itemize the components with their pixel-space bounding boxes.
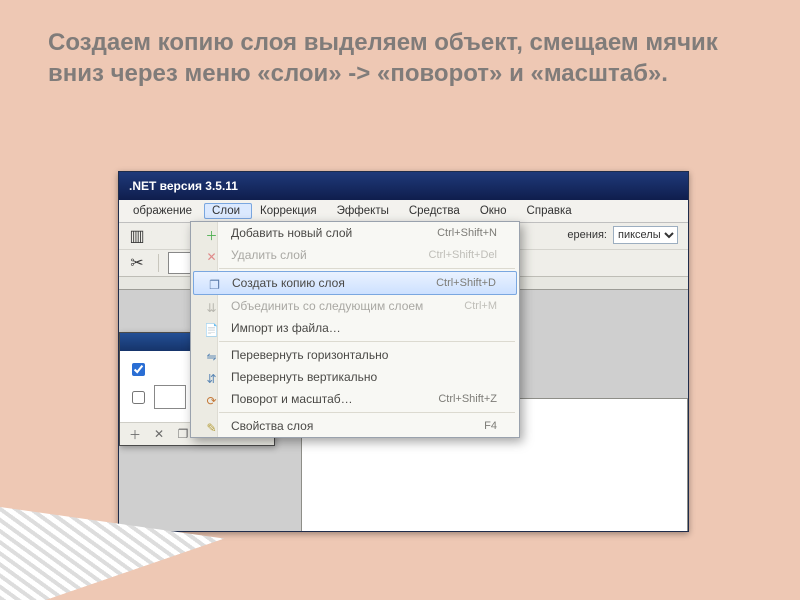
menu-effects[interactable]: Эффекты [329, 203, 401, 219]
units-select[interactable]: пикселы [613, 226, 678, 244]
menu-item-label: Перевернуть вертикально [223, 368, 509, 386]
menu-separator [219, 268, 515, 269]
layer-visibility-checkbox[interactable] [132, 363, 145, 376]
merge-down-icon: ⇊ [195, 298, 232, 318]
layers-dropdown: ＋ Добавить новый слой Ctrl+Shift+N ✕ Уда… [190, 221, 520, 438]
properties-icon: ✎ [195, 418, 232, 438]
menu-item-label: Объединить со следующим слоем [223, 297, 456, 315]
menu-item-label: Перевернуть горизонтально [223, 346, 509, 364]
delete-layer-icon: ✕ [195, 247, 232, 267]
menu-item-shortcut [489, 326, 509, 330]
menu-item-shortcut: F4 [476, 418, 509, 434]
menu-item-label: Удалить слой [223, 246, 421, 264]
menu-layers[interactable]: Слои [204, 203, 252, 219]
menu-item-shortcut: Ctrl+Shift+D [428, 275, 508, 291]
menu-item-shortcut: Ctrl+Shift+Del [421, 247, 509, 263]
flip-h-icon: ⇋ [195, 347, 232, 367]
menu-item-duplicate-layer[interactable]: ❐ Создать копию слоя Ctrl+Shift+D [193, 271, 517, 295]
slide-root: Создаем копию слоя выделяем объект, смещ… [0, 0, 800, 600]
menu-item-layer-properties[interactable]: ✎ Свойства слоя F4 [191, 415, 519, 437]
screenshot-frame: .NET версия 3.5.11 ображение Слои Коррек… [118, 171, 689, 532]
menu-item-delete-layer: ✕ Удалить слой Ctrl+Shift+Del [191, 244, 519, 266]
add-layer-icon: ＋ [195, 225, 232, 245]
separator [158, 254, 159, 272]
delete-layer-icon[interactable]: ✕ [150, 426, 168, 442]
tool-cut[interactable]: ✂ [125, 252, 149, 274]
menu-item-label: Поворот и масштаб… [223, 390, 430, 408]
menu-correction[interactable]: Коррекция [252, 203, 329, 219]
tool-button[interactable]: ▥ [125, 225, 149, 247]
import-icon: 📄 [195, 320, 232, 340]
layer-visibility-checkbox[interactable] [132, 391, 145, 404]
menu-item-label: Свойства слоя [223, 417, 476, 435]
flip-v-icon: ⇵ [195, 369, 232, 389]
menu-tools[interactable]: Средства [401, 203, 472, 219]
menu-window[interactable]: Окно [472, 203, 519, 219]
copy-layer-icon: ❐ [198, 275, 235, 295]
menu-item-label: Создать копию слоя [224, 274, 428, 292]
menu-help[interactable]: Справка [519, 203, 584, 219]
rotate-icon: ⟳ [195, 391, 232, 411]
add-layer-icon[interactable]: ＋ [126, 426, 144, 442]
slide-heading: Создаем копию слоя выделяем объект, смещ… [48, 28, 760, 89]
menu-item-flip-horizontal[interactable]: ⇋ Перевернуть горизонтально [191, 344, 519, 366]
menu-separator [219, 412, 515, 413]
window-titlebar: .NET версия 3.5.11 [119, 172, 688, 200]
layer-thumbnail [154, 385, 186, 409]
menu-item-add-layer[interactable]: ＋ Добавить новый слой Ctrl+Shift+N [191, 222, 519, 244]
units-area: ерения: пикселы [567, 226, 678, 244]
menu-image[interactable]: ображение [125, 203, 204, 219]
menu-bar: ображение Слои Коррекция Эффекты Средств… [119, 200, 688, 223]
menu-item-shortcut: Ctrl+M [456, 298, 509, 314]
menu-item-merge-down: ⇊ Объединить со следующим слоем Ctrl+M [191, 295, 519, 317]
units-label: ерения: [567, 229, 607, 241]
menu-item-shortcut: Ctrl+Shift+Z [430, 391, 509, 407]
menu-item-flip-vertical[interactable]: ⇵ Перевернуть вертикально [191, 366, 519, 388]
menu-item-label: Импорт из файла… [223, 319, 489, 337]
menu-item-shortcut: Ctrl+Shift+N [429, 225, 509, 241]
menu-item-rotate-zoom[interactable]: ⟳ Поворот и масштаб… Ctrl+Shift+Z [191, 388, 519, 410]
menu-separator [219, 341, 515, 342]
menu-item-import-file[interactable]: 📄 Импорт из файла… [191, 317, 519, 339]
menu-item-label: Добавить новый слой [223, 224, 429, 242]
